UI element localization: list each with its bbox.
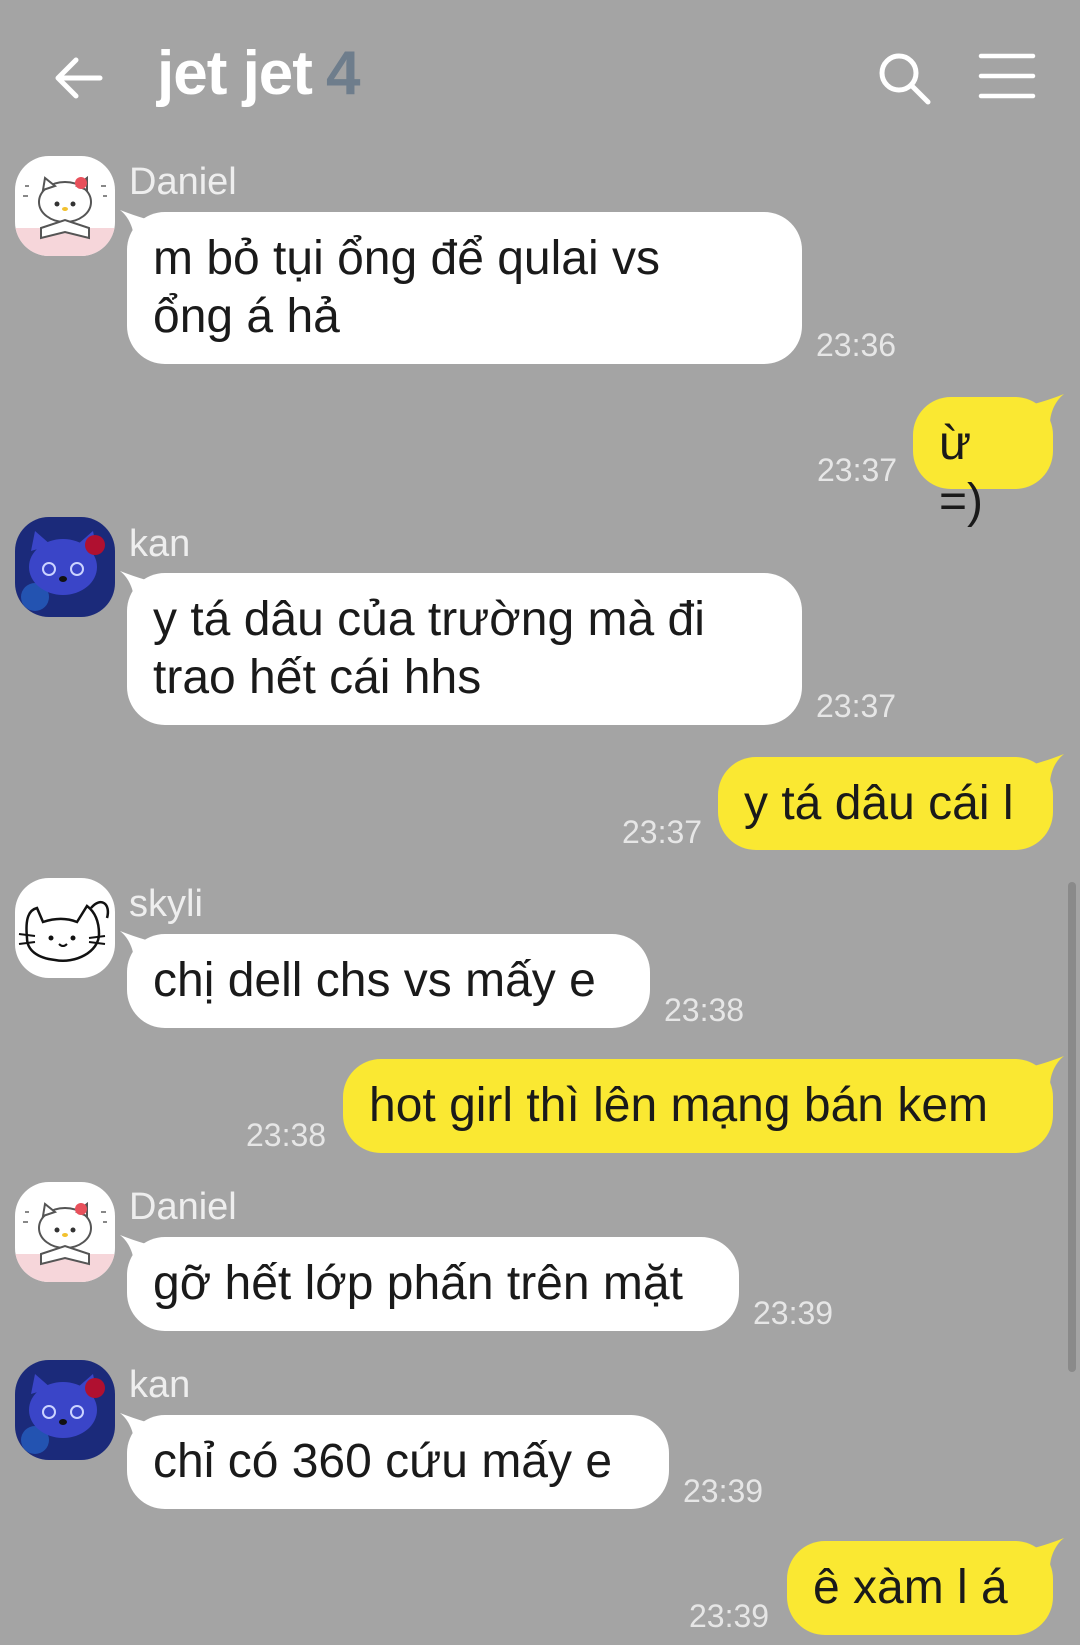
bubble-tail	[1034, 394, 1064, 424]
message-time: 23:37	[622, 814, 703, 850]
chat-header: jet jet 4	[0, 0, 1080, 150]
avatar-kan[interactable]	[15, 1360, 115, 1460]
message-time: 23:37	[816, 688, 897, 724]
message-bubble-outgoing[interactable]: ê xàm l á	[787, 1541, 1053, 1635]
message-bubble-outgoing[interactable]: hot girl thì lên mạng bán kem	[343, 1059, 1053, 1153]
hello-kitty-avatar-icon	[15, 156, 115, 256]
scrollbar[interactable]	[1068, 882, 1076, 1372]
avatar-kan[interactable]	[15, 517, 115, 617]
avatar-daniel[interactable]	[15, 1182, 115, 1282]
sender-name: Daniel	[129, 161, 237, 203]
hello-kitty-avatar-icon	[15, 517, 115, 617]
message-time: 23:39	[689, 1598, 770, 1634]
message-bubble-incoming[interactable]: chỉ có 360 cứu mấy e	[127, 1415, 669, 1509]
sender-name: Daniel	[129, 1186, 237, 1228]
hello-kitty-avatar-icon	[15, 1360, 115, 1460]
sender-name: kan	[129, 523, 191, 565]
hello-kitty-avatar-icon	[15, 1182, 115, 1282]
message-time: 23:39	[753, 1295, 834, 1331]
message-time: 23:37	[817, 452, 898, 488]
sender-name: kan	[129, 1364, 191, 1406]
message-bubble-outgoing[interactable]: y tá dâu cái l	[718, 757, 1053, 850]
search-icon[interactable]	[876, 50, 932, 106]
message-bubble-incoming[interactable]: m bỏ tụi ổng để qulai vs ổng á hả	[127, 212, 802, 364]
bubble-tail	[1034, 1538, 1064, 1568]
message-bubble-outgoing[interactable]: ừ =)	[913, 397, 1053, 528]
avatar-daniel[interactable]	[15, 156, 115, 256]
chat-title-text: jet jet	[157, 39, 313, 108]
message-time: 23:36	[816, 327, 897, 363]
chat-title: jet jet 4	[157, 38, 360, 109]
message-time: 23:38	[246, 1117, 327, 1153]
arrow-left-icon[interactable]	[50, 50, 106, 106]
sender-name: skyli	[129, 883, 203, 925]
hamburger-menu-icon[interactable]	[978, 50, 1036, 102]
message-bubble-incoming[interactable]: y tá dâu của trường mà đi trao hết cái h…	[127, 573, 802, 725]
message-time: 23:39	[683, 1473, 764, 1509]
bubble-tail	[1034, 1056, 1064, 1086]
cat-doodle-avatar-icon	[15, 878, 115, 978]
avatar-skyli[interactable]	[15, 878, 115, 978]
message-bubble-incoming[interactable]: gỡ hết lớp phấn trên mặt	[127, 1237, 739, 1331]
member-count: 4	[325, 39, 360, 108]
message-time: 23:38	[664, 992, 745, 1028]
message-bubble-incoming[interactable]: chị dell chs vs mấy e	[127, 934, 650, 1028]
bubble-tail	[1034, 754, 1064, 784]
